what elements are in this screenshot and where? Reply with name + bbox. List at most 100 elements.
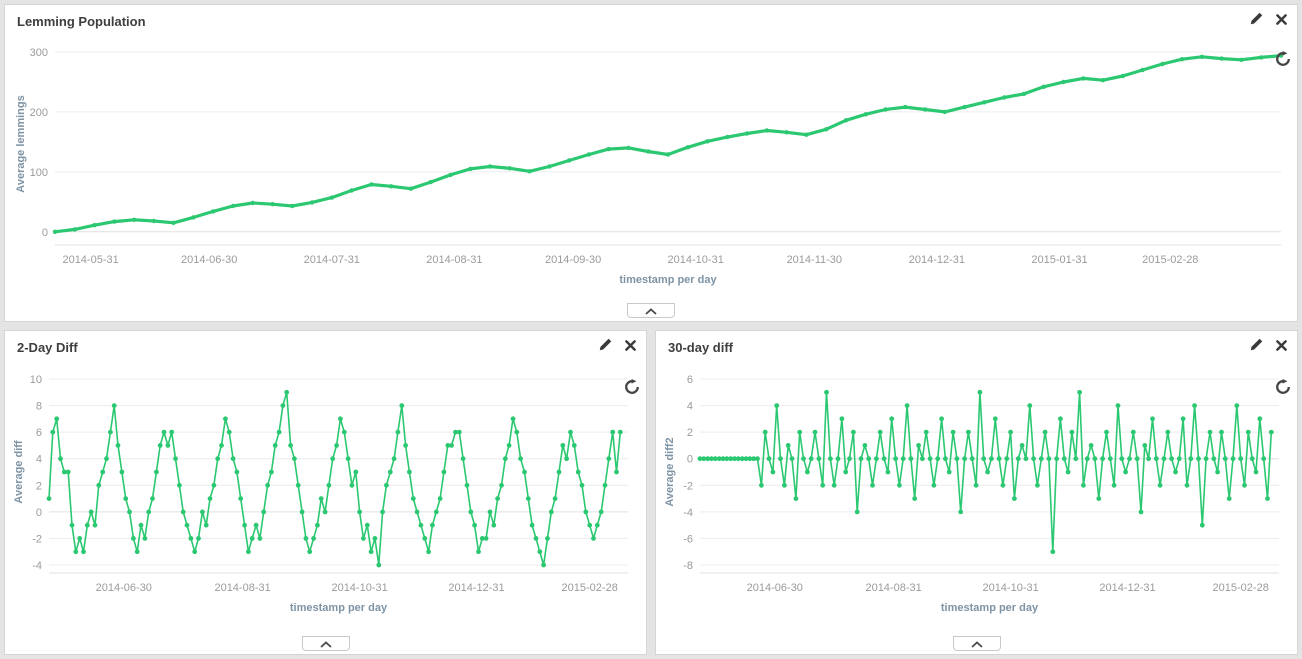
data-point	[1238, 456, 1243, 461]
data-point	[288, 443, 293, 448]
data-point	[1269, 430, 1274, 435]
data-point	[1027, 403, 1032, 408]
data-point	[1192, 403, 1197, 408]
data-point	[935, 456, 940, 461]
x-axis-label: timestamp per day	[941, 602, 1039, 614]
data-point	[943, 110, 947, 114]
data-point	[981, 456, 986, 461]
data-point	[1039, 456, 1044, 461]
data-point	[1077, 390, 1082, 395]
close-button[interactable]	[625, 338, 636, 356]
data-point	[365, 523, 370, 528]
data-point	[112, 219, 116, 223]
data-point	[457, 430, 462, 435]
panel-lemming-population: Lemming Population 01002003002014-05-312…	[4, 4, 1298, 322]
y-tick-label: 0	[36, 507, 42, 519]
y-tick-label: -6	[683, 533, 693, 545]
data-point	[491, 523, 496, 528]
refresh-button[interactable]	[624, 379, 640, 400]
data-point	[311, 536, 316, 541]
data-point	[560, 443, 565, 448]
panel-tools	[599, 338, 636, 356]
data-point	[472, 523, 477, 528]
rotate-ccw-icon	[1275, 382, 1291, 399]
x-tick-label: 2014-10-31	[668, 254, 724, 266]
series-line	[55, 56, 1281, 232]
data-point	[966, 430, 971, 435]
close-button[interactable]	[1276, 12, 1287, 30]
data-point	[70, 523, 75, 528]
collapse-row-button[interactable]	[302, 636, 350, 651]
y-axis-label: Average diff2	[664, 437, 676, 506]
data-point	[139, 523, 144, 528]
data-point	[982, 100, 986, 104]
data-point	[73, 549, 78, 554]
data-point	[859, 456, 864, 461]
data-point	[135, 549, 140, 554]
data-point	[146, 510, 151, 515]
data-point	[568, 430, 573, 435]
data-point	[108, 430, 113, 435]
data-point	[300, 510, 305, 515]
data-point	[503, 456, 508, 461]
data-point	[415, 510, 420, 515]
data-point	[1242, 483, 1247, 488]
data-point	[200, 510, 205, 515]
data-point	[843, 470, 848, 475]
chevron-up-icon	[971, 635, 983, 653]
refresh-button[interactable]	[1275, 51, 1291, 72]
thirty-day-diff-chart[interactable]: -8-6-4-202462014-06-302014-08-312014-10-…	[660, 357, 1293, 623]
y-tick-label: 4	[36, 454, 42, 466]
data-point	[419, 523, 424, 528]
data-point	[143, 536, 148, 541]
population-chart[interactable]: 01002003002014-05-312014-06-302014-07-31…	[9, 31, 1291, 293]
data-point	[508, 166, 512, 170]
data-point	[330, 195, 334, 199]
data-point	[96, 483, 101, 488]
data-point	[242, 523, 247, 528]
y-tick-label: 6	[36, 427, 42, 439]
data-point	[112, 403, 117, 408]
data-point	[212, 483, 217, 488]
data-point	[587, 523, 592, 528]
data-point	[349, 188, 353, 192]
data-point	[73, 227, 77, 231]
data-point	[1231, 456, 1236, 461]
refresh-button[interactable]	[1275, 379, 1291, 400]
chart-wrap: 01002003002014-05-312014-06-302014-07-31…	[9, 31, 1293, 298]
data-point	[192, 549, 197, 554]
y-tick-label: 0	[687, 454, 693, 466]
data-point	[93, 523, 98, 528]
x-tick-label: 2014-12-31	[448, 582, 504, 594]
data-point	[784, 130, 788, 134]
data-point	[847, 456, 852, 461]
two-day-diff-chart[interactable]: -4-202468102014-06-302014-08-312014-10-3…	[9, 357, 642, 623]
data-point	[507, 443, 512, 448]
data-point	[1089, 443, 1094, 448]
x-tick-label: 2014-11-30	[787, 254, 842, 266]
data-point	[947, 470, 952, 475]
edit-button[interactable]	[599, 338, 612, 356]
data-point	[1239, 58, 1243, 62]
data-point	[626, 146, 630, 150]
collapse-row-button[interactable]	[627, 303, 675, 318]
close-button[interactable]	[1276, 338, 1287, 356]
data-point	[1047, 456, 1052, 461]
x-tick-label: 2015-02-28	[1142, 254, 1198, 266]
data-point	[1050, 549, 1055, 554]
data-point	[100, 470, 105, 475]
data-point	[527, 169, 531, 173]
data-point	[905, 403, 910, 408]
edit-button[interactable]	[1250, 12, 1263, 30]
data-point	[468, 510, 473, 515]
edit-button[interactable]	[1250, 338, 1263, 356]
data-point	[1173, 470, 1178, 475]
data-point	[951, 430, 956, 435]
data-point	[1070, 430, 1075, 435]
x-tick-label: 2014-09-30	[545, 254, 601, 266]
data-point	[1165, 430, 1170, 435]
data-point	[127, 510, 132, 515]
data-point	[426, 549, 431, 554]
data-point	[547, 164, 551, 168]
collapse-row-button[interactable]	[953, 636, 1001, 651]
